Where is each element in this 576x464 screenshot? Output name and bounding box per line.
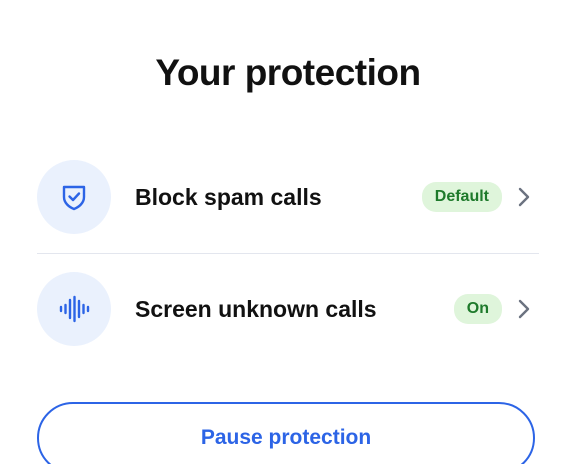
chevron-right-icon bbox=[517, 298, 531, 320]
on-badge: On bbox=[453, 294, 502, 324]
pause-protection-button[interactable]: Pause protection bbox=[37, 402, 535, 464]
protection-screen: Your protection Block spam calls Default bbox=[0, 0, 576, 464]
divider bbox=[37, 253, 539, 254]
screen-unknown-calls-label: Screen unknown calls bbox=[135, 295, 377, 322]
screen-unknown-calls-row[interactable]: Screen unknown calls On bbox=[37, 272, 539, 346]
sound-wave-icon bbox=[37, 272, 111, 346]
block-spam-calls-label: Block spam calls bbox=[135, 183, 322, 210]
page-title: Your protection bbox=[155, 52, 421, 93]
block-spam-calls-row[interactable]: Block spam calls Default bbox=[37, 160, 539, 234]
chevron-right-icon bbox=[517, 186, 531, 208]
shield-check-icon bbox=[37, 160, 111, 234]
default-badge: Default bbox=[421, 182, 502, 212]
